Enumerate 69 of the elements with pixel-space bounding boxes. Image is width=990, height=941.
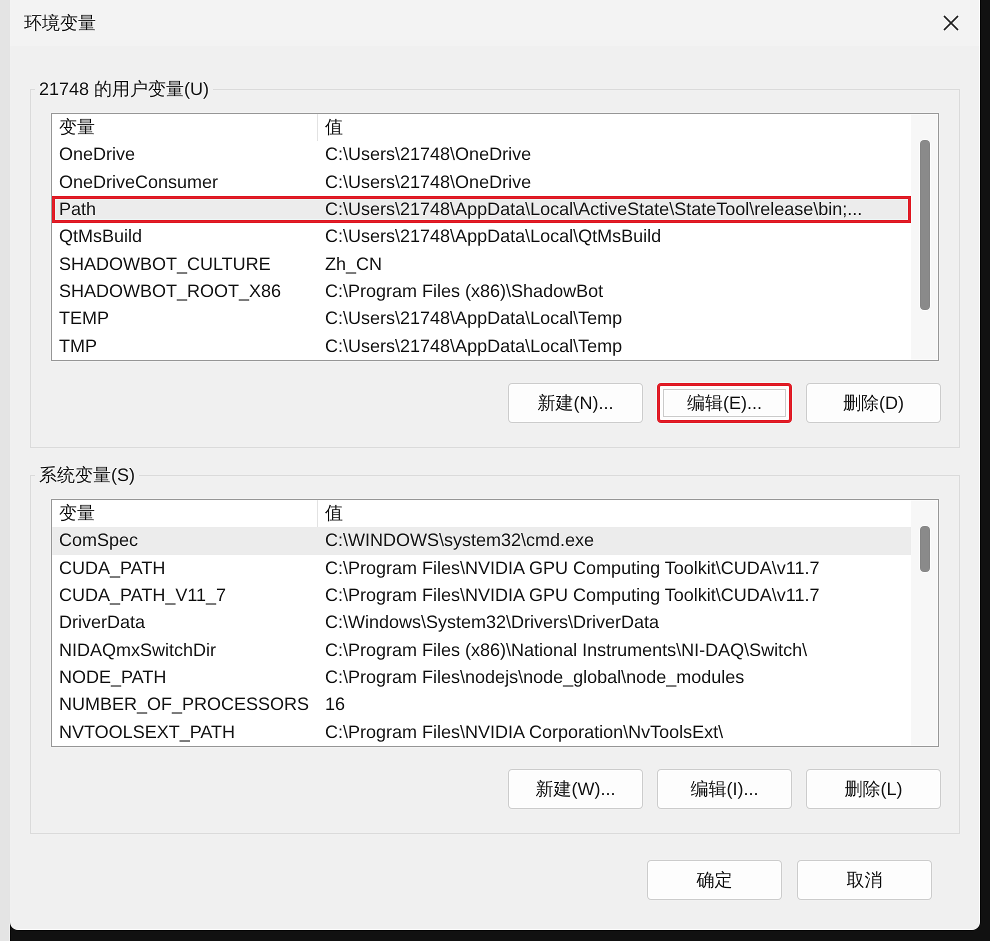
- variable-value: C:\Program Files (x86)\ShadowBot: [324, 280, 604, 304]
- variable-name: ComSpec: [58, 529, 140, 552]
- variable-value: C:\Users\21748\AppData\Local\Temp: [324, 307, 622, 330]
- scrollbar[interactable]: [911, 114, 938, 360]
- variable-name: CUDA_PATH_V11_7: [58, 584, 228, 608]
- action-button[interactable]: 编辑(E)...: [657, 383, 792, 423]
- variable-name: NIDAQmxSwitchDir: [58, 638, 218, 662]
- variable-value: C:\Users\21748\OneDrive: [324, 170, 532, 194]
- variable-name: CUDA_PATH: [58, 556, 166, 580]
- variable-name: OneDrive: [58, 143, 136, 166]
- variable-name: SHADOWBOT_ROOT_X86: [58, 280, 282, 304]
- action-button[interactable]: 编辑(I)...: [657, 769, 792, 809]
- variable-value: 16: [324, 693, 346, 716]
- variable-name: DriverData: [58, 611, 146, 634]
- variable-value: C:\Windows\System32\Drivers\DriverData: [324, 611, 660, 634]
- variable-row[interactable]: CUDA_PATH C:\Program Files\NVIDIA GPU Computing Toolkit\CUDA\v11.7: [52, 554, 911, 582]
- variable-row[interactable]: ComSpec C:\WINDOWS\system32\cmd.exe: [52, 527, 911, 555]
- variable-row[interactable]: TEMP C:\Users\21748\AppData\Local\Temp: [52, 305, 911, 333]
- dialog-button[interactable]: 确定: [647, 860, 782, 900]
- variable-row[interactable]: TMP C:\Users\21748\AppData\Local\Temp: [52, 332, 911, 360]
- variable-row[interactable]: QtMsBuild C:\Users\21748\AppData\Local\QtMsBuild: [52, 223, 911, 251]
- variable-name: TMP: [58, 334, 98, 358]
- variable-row[interactable]: Path C:\Users\21748\AppData\Local\ActiveState\StateTool\release\bin;...: [52, 196, 911, 224]
- variable-row[interactable]: SHADOWBOT_CULTURE Zh_CN: [52, 250, 911, 278]
- variable-value: C:\Users\21748\AppData\Local\Temp: [324, 334, 622, 358]
- column-header[interactable]: 变量: [52, 114, 318, 142]
- variable-row[interactable]: DriverData C:\Windows\System32\Drivers\DriverData: [52, 609, 911, 637]
- group-label: 系统变量(S): [38, 464, 136, 487]
- variable-name: TEMP: [58, 307, 110, 330]
- variable-value: C:\Users\21748\OneDrive: [324, 143, 532, 166]
- scrollbar[interactable]: [911, 500, 938, 746]
- variable-name: NUMBER_OF_PROCESSORS: [58, 693, 310, 716]
- variable-row[interactable]: NVTOOLSEXT_PATH C:\Program Files\NVIDIA Corporation\NvToolsExt\: [52, 718, 911, 746]
- variable-value: Zh_CN: [324, 252, 382, 276]
- variable-name: Path: [58, 198, 98, 222]
- variable-value: C:\Users\21748\AppData\Local\ActiveState\StateTool\release\bin;...: [324, 198, 862, 222]
- column-header[interactable]: 值: [318, 114, 911, 142]
- variable-name: QtMsBuild: [58, 225, 144, 248]
- variable-value: C:\Program Files\nodejs\node_global\node_modules: [324, 666, 744, 690]
- variable-row[interactable]: OneDrive C:\Users\21748\OneDrive: [52, 141, 911, 169]
- action-button[interactable]: 删除(D): [806, 383, 941, 423]
- variable-name: NVTOOLSEXT_PATH: [58, 720, 236, 744]
- variable-row[interactable]: SHADOWBOT_ROOT_X86 C:\Program Files (x86)\ShadowBot: [52, 278, 911, 306]
- close-icon: [943, 15, 959, 31]
- window-title: 环境变量: [24, 12, 96, 34]
- variable-row[interactable]: NODE_PATH C:\Program Files\nodejs\node_global\node_modules: [52, 664, 911, 692]
- variable-value: C:\Program Files\NVIDIA GPU Computing Toolkit\CUDA\v11.7: [324, 556, 820, 580]
- variable-value: C:\Program Files\NVIDIA GPU Computing Toolkit\CUDA\v11.7: [324, 584, 820, 608]
- action-button[interactable]: 新建(W)...: [508, 769, 643, 809]
- scrollbar-thumb[interactable]: [920, 526, 930, 572]
- variable-row[interactable]: CUDA_PATH_V11_7 C:\Program Files\NVIDIA GPU Computing Toolkit\CUDA\v11.7: [52, 582, 911, 610]
- action-button[interactable]: 删除(L): [806, 769, 941, 809]
- dialog-button[interactable]: 取消: [797, 860, 932, 900]
- variable-list[interactable]: [51, 499, 939, 747]
- variable-list[interactable]: [51, 113, 939, 361]
- variable-value: C:\Users\21748\AppData\Local\QtMsBuild: [324, 225, 662, 248]
- variable-row[interactable]: OneDriveConsumer C:\Users\21748\OneDrive: [52, 168, 911, 196]
- variable-name: NODE_PATH: [58, 666, 168, 690]
- variable-row[interactable]: NUMBER_OF_PROCESSORS 16: [52, 691, 911, 719]
- variable-value: C:\WINDOWS\system32\cmd.exe: [324, 529, 594, 552]
- variable-name: OneDriveConsumer: [58, 170, 220, 194]
- group-label: 21748 的用户变量(U): [38, 78, 210, 101]
- scrollbar-thumb[interactable]: [920, 140, 930, 310]
- variable-value: C:\Program Files\NVIDIA Corporation\NvToolsExt\: [324, 720, 724, 744]
- variable-name: SHADOWBOT_CULTURE: [58, 252, 272, 276]
- action-button[interactable]: 新建(N)...: [508, 383, 643, 423]
- column-header[interactable]: 值: [318, 500, 911, 528]
- variable-value: C:\Program Files (x86)\National Instruments\NI-DAQ\Switch\: [324, 638, 808, 662]
- variable-row[interactable]: NIDAQmxSwitchDir C:\Program Files (x86)\National Instruments\NI-DAQ\Switch\: [52, 636, 911, 664]
